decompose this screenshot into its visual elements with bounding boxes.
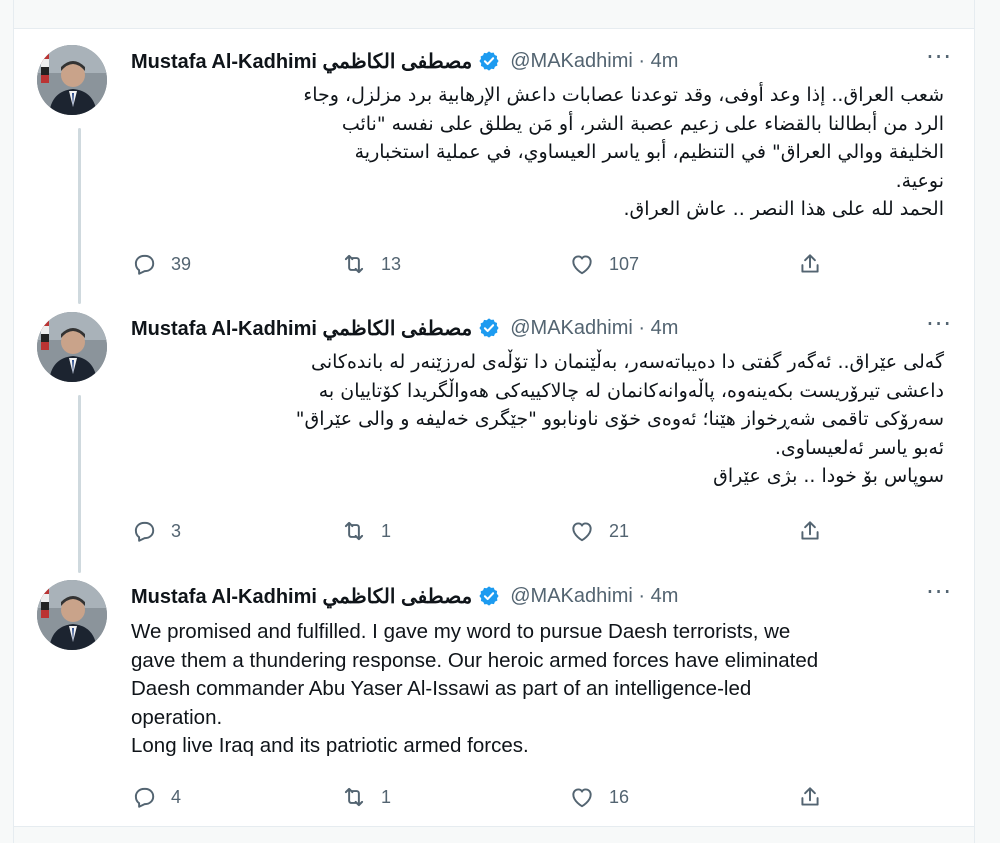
tweet-header: Mustafa Al-Kadhimi مصطفى الكاظمي @MAKadh… [131, 580, 952, 612]
reply-count: 3 [171, 520, 182, 541]
verified-badge-icon [479, 51, 499, 71]
top-separator [14, 0, 974, 29]
retweet-icon [344, 521, 364, 541]
retweet-count: 1 [381, 520, 392, 541]
share-icon [801, 787, 819, 806]
retweet-button[interactable]: 1 [341, 518, 391, 544]
more-options-icon[interactable]: ··· [926, 580, 952, 604]
retweet-button[interactable]: 1 [341, 784, 391, 810]
author-name[interactable]: Mustafa Al-Kadhimi مصطفى الكاظمي [131, 49, 472, 74]
like-button[interactable]: 107 [569, 251, 639, 277]
tweet[interactable]: Mustafa Al-Kadhimi مصطفى الكاظمي @MAKadh… [14, 580, 974, 830]
share-icon [801, 521, 819, 540]
tweet-header: Mustafa Al-Kadhimi مصطفى الكاظمي @MAKadh… [131, 45, 952, 77]
avatar[interactable] [37, 580, 107, 650]
tweet[interactable]: Mustafa Al-Kadhimi مصطفى الكاظمي @MAKadh… [14, 45, 974, 295]
retweet-icon [344, 254, 364, 274]
like-button[interactable]: 21 [569, 518, 629, 544]
tweet-header: Mustafa Al-Kadhimi مصطفى الكاظمي @MAKadh… [131, 312, 952, 344]
reply-button[interactable]: 4 [131, 784, 181, 810]
tweet-text: شعب العراق.. إذا وعد أوفى، وقد توعدنا عص… [303, 84, 944, 220]
share-button[interactable] [797, 518, 823, 544]
author-name[interactable]: Mustafa Al-Kadhimi مصطفى الكاظمي [131, 584, 472, 609]
tweet-actions: 39 13 107 [131, 251, 914, 283]
heart-icon [572, 255, 592, 275]
author-name[interactable]: Mustafa Al-Kadhimi مصطفى الكاظمي [131, 316, 472, 341]
author-handle[interactable]: @MAKadhimi · 4m [510, 317, 678, 340]
verified-badge-icon [479, 586, 499, 606]
like-button[interactable]: 16 [569, 784, 629, 810]
tweet-actions: 4 1 16 [131, 784, 914, 816]
retweet-button[interactable]: 13 [341, 251, 401, 277]
share-button[interactable] [797, 251, 823, 277]
bottom-separator [14, 826, 974, 843]
retweet-count: 13 [381, 253, 402, 274]
tweet-text: گەلی عێراق.. ئەگەر گفتی دا دەیباتەسەر، ب… [295, 351, 944, 487]
like-count: 21 [609, 520, 630, 541]
reply-count: 39 [171, 253, 192, 274]
reply-button[interactable]: 39 [131, 251, 191, 277]
like-count: 107 [609, 253, 640, 274]
page: Mustafa Al-Kadhimi مصطفى الكاظمي @MAKadh… [0, 0, 1000, 843]
heart-icon [572, 788, 592, 808]
retweet-icon [344, 787, 364, 807]
reply-button[interactable]: 3 [131, 518, 181, 544]
retweet-count: 1 [381, 786, 392, 807]
more-options-icon[interactable]: ··· [926, 45, 952, 69]
share-button[interactable] [797, 784, 823, 810]
avatar[interactable] [37, 312, 107, 382]
author-handle[interactable]: @MAKadhimi · 4m [510, 585, 678, 608]
tweet-text: We promised and fulfilled. I gave my wor… [131, 620, 819, 757]
like-count: 16 [609, 786, 630, 807]
verified-badge-icon [479, 318, 499, 338]
more-options-icon[interactable]: ··· [926, 312, 952, 336]
reply-icon [134, 521, 155, 542]
author-handle[interactable]: @MAKadhimi · 4m [510, 50, 678, 73]
avatar[interactable] [37, 45, 107, 115]
reply-icon [134, 787, 155, 808]
reply-icon [134, 254, 155, 275]
reply-count: 4 [171, 786, 182, 807]
heart-icon [572, 522, 592, 542]
timeline-column: Mustafa Al-Kadhimi مصطفى الكاظمي @MAKadh… [13, 0, 975, 843]
share-icon [801, 254, 819, 273]
tweet[interactable]: Mustafa Al-Kadhimi مصطفى الكاظمي @MAKadh… [14, 312, 974, 562]
tweet-actions: 3 1 21 [131, 518, 914, 550]
